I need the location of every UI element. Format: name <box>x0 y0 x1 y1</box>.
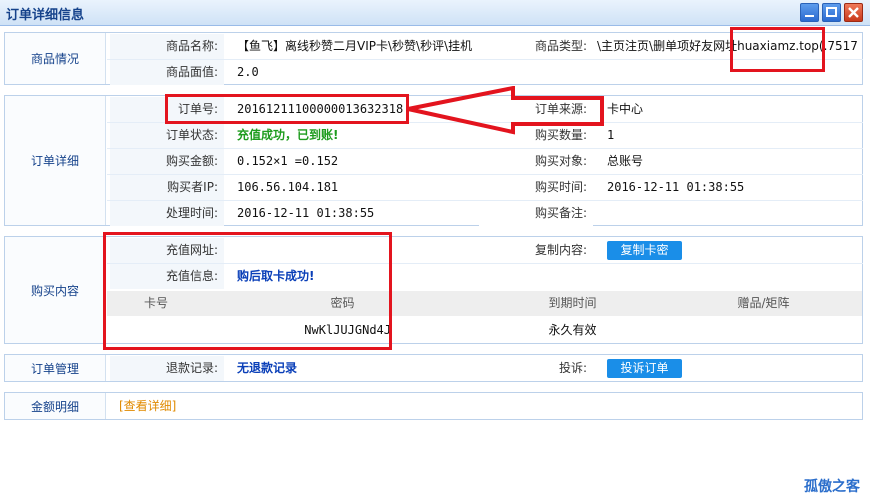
order-qty-value: 1 <box>607 128 615 142</box>
column-header-gift: 赠品/矩阵 <box>665 291 862 316</box>
buyer-ip-value: 106.56.104.181 <box>237 180 339 194</box>
product-price-value: 2.0 <box>237 65 259 79</box>
maximize-icon <box>826 7 837 17</box>
buy-time-label: 购买时间: <box>479 175 593 200</box>
window-titlebar: 订单详细信息 <box>0 0 870 26</box>
complaint-button[interactable]: 投诉订单 <box>607 359 682 378</box>
order-amount-label: 购买金额: <box>110 149 224 174</box>
product-name-value: 【鱼飞】离线秒赞二月VIP卡\秒赞\秒评\挂机 <box>237 39 473 53</box>
expire-cell: 永久有效 <box>548 323 597 337</box>
buy-note-label: 购买备注: <box>479 201 593 226</box>
order-target-label: 购买对象: <box>479 149 593 174</box>
process-time-value: 2016-12-11 01:38:55 <box>237 206 375 220</box>
product-name-label: 商品名称: <box>110 34 224 59</box>
product-type-label: 商品类型: <box>479 34 593 59</box>
order-source-value: 卡中心 <box>607 102 644 116</box>
close-icon <box>848 7 859 18</box>
section-heading-order: 订单详细 <box>5 96 106 225</box>
window-title: 订单详细信息 <box>6 8 85 23</box>
view-details-link[interactable]: [查看详细] <box>119 394 239 419</box>
buy-time-value: 2016-12-11 01:38:55 <box>607 180 745 194</box>
maximize-button[interactable] <box>822 3 841 22</box>
gift-cell <box>665 318 862 343</box>
amount-section: 金额明细 [查看详细] <box>4 392 863 420</box>
annotation-box-domain <box>730 27 825 72</box>
column-header-expire: 到期时间 <box>480 291 665 316</box>
annotation-box-purchase <box>103 232 392 350</box>
minimize-icon <box>805 15 814 17</box>
complaint-label: 投诉: <box>479 356 593 381</box>
refund-value: 无退款记录 <box>237 361 298 375</box>
order-amount-value: 0.152×1 =0.152 <box>237 154 339 168</box>
buyer-ip-label: 购买者IP: <box>110 175 224 200</box>
copy-content-label: 复制内容: <box>479 238 593 263</box>
refund-label: 退款记录: <box>110 356 224 381</box>
annotation-arrow-icon <box>407 86 604 135</box>
section-heading-manage: 订单管理 <box>5 355 106 381</box>
process-time-label: 处理时间: <box>110 201 224 226</box>
close-button[interactable] <box>844 3 863 22</box>
buy-note-value <box>603 201 803 226</box>
copy-card-button[interactable]: 复制卡密 <box>607 241 682 260</box>
section-heading-product: 商品情况 <box>5 33 106 84</box>
annotation-box-order-no <box>165 94 409 124</box>
section-heading-amount: 金额明细 <box>5 393 106 419</box>
manage-section: 订单管理 退款记录: 无退款记录 投诉: 投诉订单 <box>4 354 863 382</box>
minimize-button[interactable] <box>800 3 819 22</box>
section-heading-purchase: 购买内容 <box>5 237 106 343</box>
order-target-value: 总账号 <box>607 154 644 168</box>
order-status-label: 订单状态: <box>110 123 224 148</box>
watermark-text: 孤傲之客 <box>804 479 860 495</box>
product-price-label: 商品面值: <box>110 60 224 85</box>
